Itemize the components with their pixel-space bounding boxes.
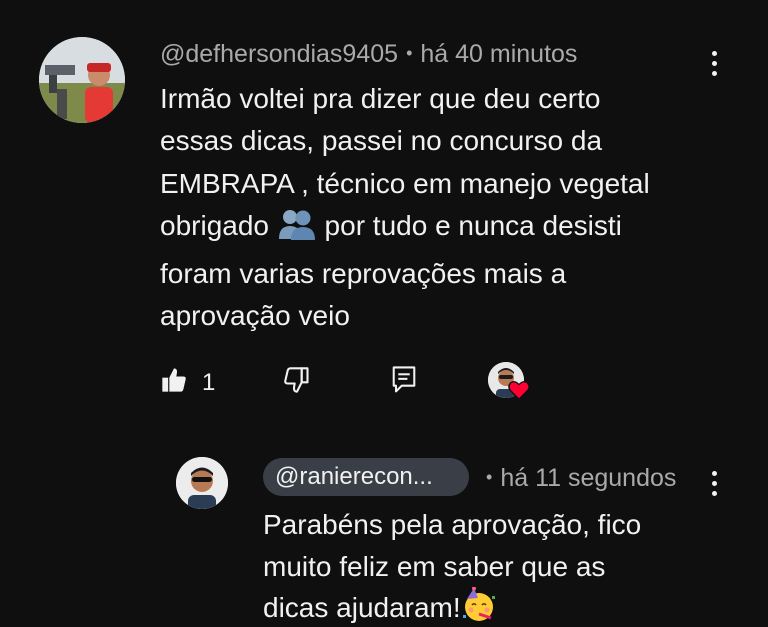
comment-author[interactable]: @defhersondias9405	[160, 40, 398, 68]
partying-face-icon	[461, 586, 497, 627]
comment-line-part: obrigado	[160, 209, 269, 241]
comment-text: Irmão voltei pra dizer que deu certo ess…	[160, 78, 740, 338]
dislike-button[interactable]	[283, 366, 311, 399]
replier-avatar[interactable]	[176, 457, 228, 509]
separator-dot: •	[486, 467, 493, 487]
comment-line: aprovação veio	[160, 300, 350, 332]
comment-time[interactable]: há 40 minutos	[420, 40, 577, 68]
busts-in-silhouette-icon	[277, 207, 317, 253]
reply-author-chip[interactable]: @ranierecon...	[263, 458, 469, 496]
comment-actions: 1	[0, 358, 768, 406]
reply-line: muito feliz em saber que as	[263, 550, 606, 582]
creator-heart-badge[interactable]	[488, 362, 532, 406]
comment-line: EMBRAPA , técnico em manejo vegetal	[160, 167, 650, 199]
separator-dot: •	[406, 43, 413, 63]
comment-more-icon[interactable]	[704, 43, 724, 83]
reply-line: Parabéns pela aprovação, fico	[263, 509, 642, 540]
thumbs-up-icon	[160, 366, 188, 399]
like-button[interactable]: 1	[160, 366, 215, 399]
reply-text: Parabéns pela aprovação, fico muito feli…	[263, 504, 693, 627]
reply-button[interactable]	[390, 364, 418, 401]
comment-line: foram varias reprovações mais a	[160, 258, 567, 290]
thumbs-down-icon	[283, 366, 311, 399]
comment-reply-icon	[390, 364, 418, 401]
commenter-photo	[39, 37, 125, 123]
like-count: 1	[202, 368, 216, 396]
comment-line: Irmão voltei pra dizer que deu certo	[160, 83, 601, 114]
reply-line: dicas ajudaram!	[263, 586, 693, 627]
reply-time[interactable]: há 11 segundos	[500, 464, 676, 492]
heart-icon	[508, 380, 530, 405]
comment-thread: @defhersondias9405 • há 40 minutos Irmão v…	[0, 0, 768, 627]
comment-line: obrigado por tudo e nunca desisti	[160, 205, 740, 253]
replier-photo	[176, 457, 228, 509]
comment-meta: @defhersondias9405 • há 40 minutos	[160, 40, 577, 69]
comment-line-part: por tudo e nunca desisti	[324, 209, 622, 241]
comment-line: essas dicas, passei no concurso da	[160, 125, 603, 157]
reply-line-part: dicas ajudaram!	[263, 592, 461, 623]
reply-more-icon[interactable]	[704, 463, 724, 503]
commenter-avatar[interactable]	[39, 37, 125, 123]
reply-meta: • há 11 segundos	[478, 464, 676, 493]
